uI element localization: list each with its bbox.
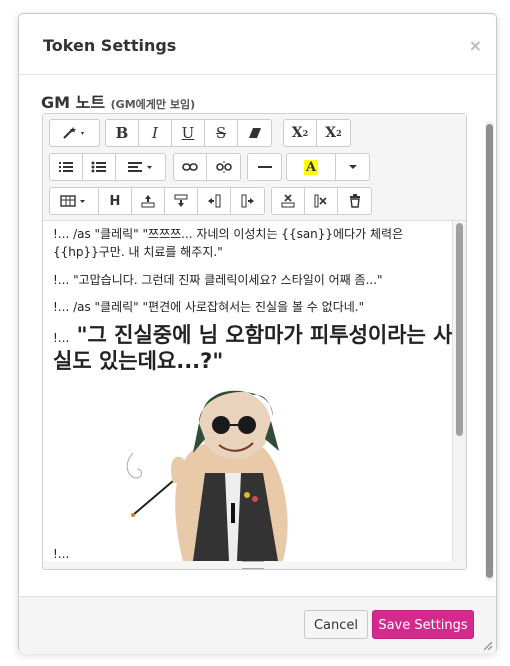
color-dropdown[interactable] <box>336 154 369 180</box>
highlight-a-icon: A <box>303 159 319 175</box>
unordered-list-button[interactable] <box>83 154 116 180</box>
italic-button[interactable]: I <box>139 120 172 146</box>
bold-button[interactable]: B <box>106 120 139 146</box>
delete-row-icon <box>281 194 295 208</box>
note-line-2: !... "고맙습니다. 그런데 진짜 클레릭이세요? 스타일이 어째 좀...… <box>53 273 383 287</box>
hr-group <box>247 153 282 181</box>
gm-notes-label-text: GM 노트 <box>41 93 106 112</box>
delete-column-button[interactable] <box>305 188 338 214</box>
superscript-button[interactable]: X2 <box>284 120 317 146</box>
editor-content[interactable]: !... /as "클레릭" "쯔쯔쯔... 자네의 이성치는 {{san}}에… <box>43 221 452 561</box>
color-group: A <box>286 153 370 181</box>
eraser-icon <box>248 128 261 138</box>
editor-toolbar: B I U S X2 X2 A H <box>43 114 466 221</box>
link-button[interactable] <box>174 154 207 180</box>
note-heading-text: "그 진실중에 님 오함마가 피투성이라는 사실도 있는데요...?" <box>53 323 452 373</box>
dialog-scrollbar[interactable] <box>485 121 494 581</box>
align-dropdown[interactable] <box>116 154 165 180</box>
table-group: H <box>49 187 265 215</box>
trash-icon <box>349 194 360 208</box>
unordered-list-icon <box>91 161 106 173</box>
gm-notes-label: GM 노트 (GM에게만 보임) <box>41 89 195 113</box>
magic-wand-dropdown[interactable] <box>50 120 99 146</box>
resize-handle-icon[interactable] <box>482 640 492 650</box>
table-icon <box>60 195 85 207</box>
subscript-button[interactable]: X2 <box>317 120 350 146</box>
insert-row-below-button[interactable] <box>165 188 198 214</box>
rich-text-editor: B I U S X2 X2 A H !... /as "클레릭" "쯔쯔쯔...… <box>42 113 467 570</box>
horizontal-rule-button[interactable] <box>248 154 281 180</box>
strikethrough-button[interactable]: S <box>205 120 238 146</box>
editor-scrollbar[interactable] <box>452 221 466 561</box>
eraser-button[interactable] <box>238 120 271 146</box>
ordered-list-icon <box>59 162 73 172</box>
note-heading: !... "그 진실중에 님 오함마가 피투성이라는 사실도 있는데요...?" <box>43 324 452 373</box>
insert-row-below-icon <box>174 194 188 207</box>
note-line-last: !... <box>53 547 70 561</box>
token-settings-dialog: Token Settings × GM 노트 (GM에게만 보임) B I U … <box>18 13 497 654</box>
magic-wand-icon <box>62 127 84 139</box>
list-group <box>49 153 166 181</box>
editor-resize-grip[interactable] <box>242 561 264 569</box>
note-line-1: !... /as "클레릭" "쯔쯔쯔... 자네의 이성치는 {{san}}에… <box>53 227 404 259</box>
font-style-group: B I U S <box>105 119 272 147</box>
dialog-footer: Cancel Save Settings <box>19 596 496 654</box>
heading-button[interactable]: H <box>99 188 132 214</box>
note-heading-lead: !... <box>53 331 70 345</box>
save-settings-button[interactable]: Save Settings <box>372 610 474 639</box>
insert-row-above-icon <box>141 195 155 208</box>
cleric-character-illustration <box>126 390 288 561</box>
highlight-color-button[interactable]: A <box>287 154 336 180</box>
gm-notes-label-note: (GM에게만 보임) <box>110 98 196 111</box>
chevron-down-icon <box>348 165 357 169</box>
dialog-scrollbar-thumb[interactable] <box>486 124 493 578</box>
insert-column-left-icon <box>208 194 221 208</box>
delete-column-icon <box>314 194 327 208</box>
ordered-list-button[interactable] <box>50 154 83 180</box>
dialog-title: Token Settings <box>43 36 177 55</box>
align-icon <box>127 162 152 172</box>
close-icon[interactable]: × <box>469 36 482 55</box>
note-line-3: !... /as "클레릭" "편견에 사로잡혀서는 진실을 볼 수 없다네." <box>53 300 365 314</box>
insert-row-above-button[interactable] <box>132 188 165 214</box>
link-icon <box>182 163 198 171</box>
style-group <box>49 119 100 147</box>
script-group: X2 X2 <box>283 119 351 147</box>
table-dropdown[interactable] <box>50 188 99 214</box>
delete-table-button[interactable] <box>338 188 371 214</box>
insert-column-left-button[interactable] <box>198 188 231 214</box>
cancel-button[interactable]: Cancel <box>304 610 368 639</box>
insert-column-right-icon <box>241 194 254 208</box>
link-group <box>173 153 241 181</box>
dialog-header: Token Settings × <box>19 14 496 75</box>
insert-column-right-button[interactable] <box>231 188 264 214</box>
unlink-icon <box>215 161 232 173</box>
editor-scrollbar-thumb[interactable] <box>456 223 463 436</box>
dialog-body: GM 노트 (GM에게만 보임) B I U S X 2 X 2 A H !..… <box>19 75 496 595</box>
delete-row-button[interactable] <box>272 188 305 214</box>
horizontal-rule-icon <box>257 166 272 168</box>
unlink-button[interactable] <box>207 154 240 180</box>
table-delete-group <box>271 187 372 215</box>
underline-button[interactable]: U <box>172 120 205 146</box>
